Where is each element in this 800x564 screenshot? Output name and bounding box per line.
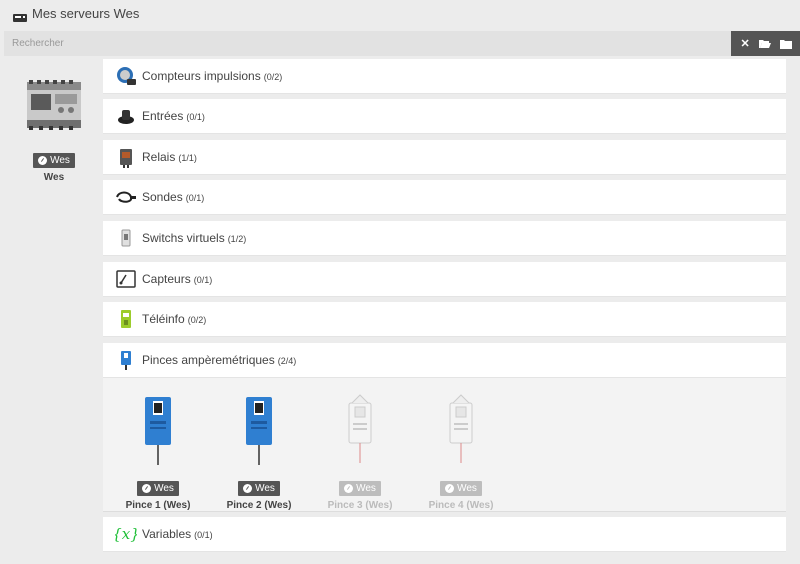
button-input-icon xyxy=(115,105,137,127)
page-header: Mes serveurs Wes xyxy=(0,0,800,26)
wes-device-image xyxy=(25,78,83,137)
pulse-counter-icon xyxy=(115,65,137,87)
relay-icon xyxy=(115,146,137,168)
category-row-sondes[interactable]: Sondes (0/1) xyxy=(103,180,786,215)
clamp-inactive-image xyxy=(431,393,491,469)
search-input[interactable] xyxy=(4,31,731,56)
category-row-variables[interactable]: {x} Variables (0/1) xyxy=(103,517,786,552)
pince-3-card[interactable]: Wes Pince 3 (Wes) xyxy=(310,393,410,511)
device-badge: Wes xyxy=(33,153,75,168)
svg-text:{x}: {x} xyxy=(115,525,137,543)
gauge-icon xyxy=(445,484,455,493)
category-row-switchs[interactable]: Switchs virtuels (1/2) xyxy=(103,221,786,256)
category-row-compteurs[interactable]: Compteurs impulsions (0/2) xyxy=(103,59,786,94)
clamp-inactive-image xyxy=(330,393,390,469)
pince-3-badge: Wes xyxy=(339,481,381,496)
pince-1-badge: Wes xyxy=(137,481,179,496)
category-row-relais[interactable]: Relais (1/1) xyxy=(103,140,786,175)
pinces-expanded-panel: Wes Pince 1 (Wes) Wes Pince 2 (Wes) Wes … xyxy=(103,378,786,512)
pince-4-badge: Wes xyxy=(440,481,482,496)
clamp-icon xyxy=(115,349,137,371)
clamp-active-image xyxy=(229,393,289,469)
clamp-active-image xyxy=(128,393,188,469)
server-icon xyxy=(13,9,27,22)
sensor-icon xyxy=(115,268,137,290)
gauge-icon xyxy=(38,156,48,165)
pince-1-name: Pince 1 (Wes) xyxy=(125,500,191,511)
pince-3-name: Pince 3 (Wes) xyxy=(327,500,393,511)
virtual-switch-icon xyxy=(115,227,137,249)
pince-4-name: Pince 4 (Wes) xyxy=(428,500,494,511)
category-row-teleinfo[interactable]: Téléinfo (0/2) xyxy=(103,302,786,337)
pince-1-card[interactable]: Wes Pince 1 (Wes) xyxy=(108,393,208,511)
category-row-capteurs[interactable]: Capteurs (0/1) xyxy=(103,262,786,297)
category-row-pinces[interactable]: Pinces ampèremétriques (2/4) xyxy=(103,343,786,378)
probe-icon xyxy=(115,186,137,208)
variable-icon: {x} xyxy=(115,523,137,545)
search-toolbar: ✕ xyxy=(731,31,800,56)
close-icon[interactable]: ✕ xyxy=(738,37,752,51)
gauge-icon xyxy=(344,484,354,493)
pince-4-card[interactable]: Wes Pince 4 (Wes) xyxy=(411,393,511,511)
gauge-icon xyxy=(142,484,152,493)
search-bar: ✕ xyxy=(4,31,800,56)
folder-icon[interactable] xyxy=(779,37,793,51)
pince-2-card[interactable]: Wes Pince 2 (Wes) xyxy=(209,393,309,511)
gauge-icon xyxy=(243,484,253,493)
pince-2-badge: Wes xyxy=(238,481,280,496)
folder-open-icon[interactable] xyxy=(758,37,772,51)
device-name: Wes xyxy=(43,172,65,183)
wes-device-card[interactable]: Wes Wes xyxy=(22,78,86,183)
category-row-entrees[interactable]: Entrées (0/1) xyxy=(103,99,786,134)
page-title: Mes serveurs Wes xyxy=(32,5,140,21)
pince-2-name: Pince 2 (Wes) xyxy=(226,500,292,511)
teleinfo-icon xyxy=(115,308,137,330)
